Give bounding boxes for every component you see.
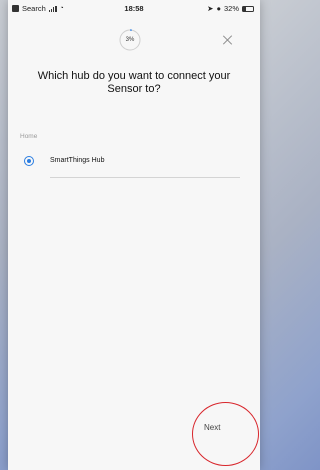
phone-screen: Search ◔ 18:58 ➤ ● 32% 3% Which hub do y…: [8, 0, 260, 470]
battery-fill: [243, 6, 247, 11]
status-right: ➤ ● 32%: [207, 4, 254, 13]
alarm-icon: ●: [216, 4, 221, 13]
progress-label: 3%: [125, 37, 135, 43]
hub-option-smartthings[interactable]: SmartThings Hub: [24, 152, 248, 178]
section-label-home: Home: [20, 133, 38, 140]
radio-selected-icon[interactable]: [24, 156, 34, 166]
location-arrow-icon: ➤: [207, 4, 214, 13]
status-bar: Search ◔ 18:58 ➤ ● 32%: [8, 0, 260, 16]
progress-indicator: 3%: [119, 29, 141, 51]
hub-divider: [50, 177, 240, 178]
close-icon[interactable]: [222, 34, 234, 46]
hub-option-label: SmartThings Hub: [50, 157, 105, 164]
next-button-highlight-circle: [192, 402, 259, 466]
battery-percent: 32%: [223, 4, 239, 13]
battery-icon: [242, 5, 254, 12]
page-title: Which hub do you want to connect your Se…: [37, 70, 231, 95]
